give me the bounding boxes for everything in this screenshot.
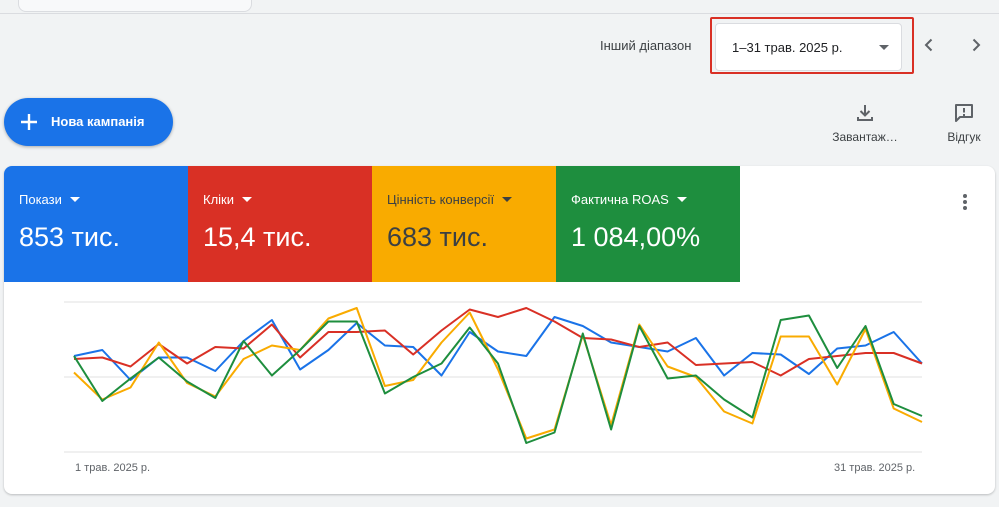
x-axis-start-label: 1 трав. 2025 р. xyxy=(75,462,151,474)
metric-tile-roas[interactable]: Фактична ROAS 1 084,00% xyxy=(556,166,740,282)
feedback-label: Відгук xyxy=(947,130,981,144)
metric-value: 1 084,00% xyxy=(571,222,701,252)
previous-period-button[interactable] xyxy=(915,30,943,60)
metric-name: Фактична ROAS xyxy=(571,192,687,207)
dropdown-arrow-icon xyxy=(676,197,687,202)
dropdown-arrow-icon xyxy=(502,197,513,202)
download-button[interactable]: Завантаж… xyxy=(828,102,902,144)
feedback-button[interactable]: Відгук xyxy=(940,102,988,144)
new-campaign-label: Нова кампанія xyxy=(51,114,145,129)
plus-icon xyxy=(21,114,37,130)
feedback-icon xyxy=(955,104,973,122)
metric-tile-conversion-value[interactable]: Цінність конверсії 683 тис. xyxy=(372,166,556,282)
performance-card: Покази 853 тис. Кліки 15,4 тис. Цінність… xyxy=(4,166,995,494)
more-options-icon[interactable] xyxy=(955,192,975,212)
download-label: Завантаж… xyxy=(832,130,898,144)
date-range-value: 1–31 трав. 2025 р. xyxy=(732,40,843,55)
chevron-left-icon xyxy=(924,38,933,52)
metric-name: Покази xyxy=(19,192,80,207)
range-label: Інший діапазон xyxy=(600,38,692,53)
next-period-button[interactable] xyxy=(962,30,990,60)
metric-tile-clicks[interactable]: Кліки 15,4 тис. xyxy=(188,166,372,282)
metric-value: 683 тис. xyxy=(387,222,488,252)
series-line-4 xyxy=(73,314,923,444)
metric-name: Цінність конверсії xyxy=(387,192,513,207)
metric-value: 15,4 тис. xyxy=(203,222,312,252)
series-line-3 xyxy=(73,307,923,440)
metric-value: 853 тис. xyxy=(19,222,120,252)
download-icon xyxy=(857,105,873,121)
metric-name: Кліки xyxy=(203,192,252,207)
date-range-select[interactable]: 1–31 трав. 2025 р. xyxy=(715,23,902,71)
metric-tile-impressions[interactable]: Покази 853 тис. xyxy=(4,166,188,282)
search-field[interactable] xyxy=(18,0,252,12)
dropdown-arrow-icon xyxy=(69,197,80,202)
chevron-right-icon xyxy=(972,38,981,52)
dropdown-arrow-icon xyxy=(879,45,889,50)
new-campaign-button[interactable]: Нова кампанія xyxy=(4,98,173,146)
dropdown-arrow-icon xyxy=(242,197,252,202)
x-axis-end-label: 31 трав. 2025 р. xyxy=(834,462,916,474)
